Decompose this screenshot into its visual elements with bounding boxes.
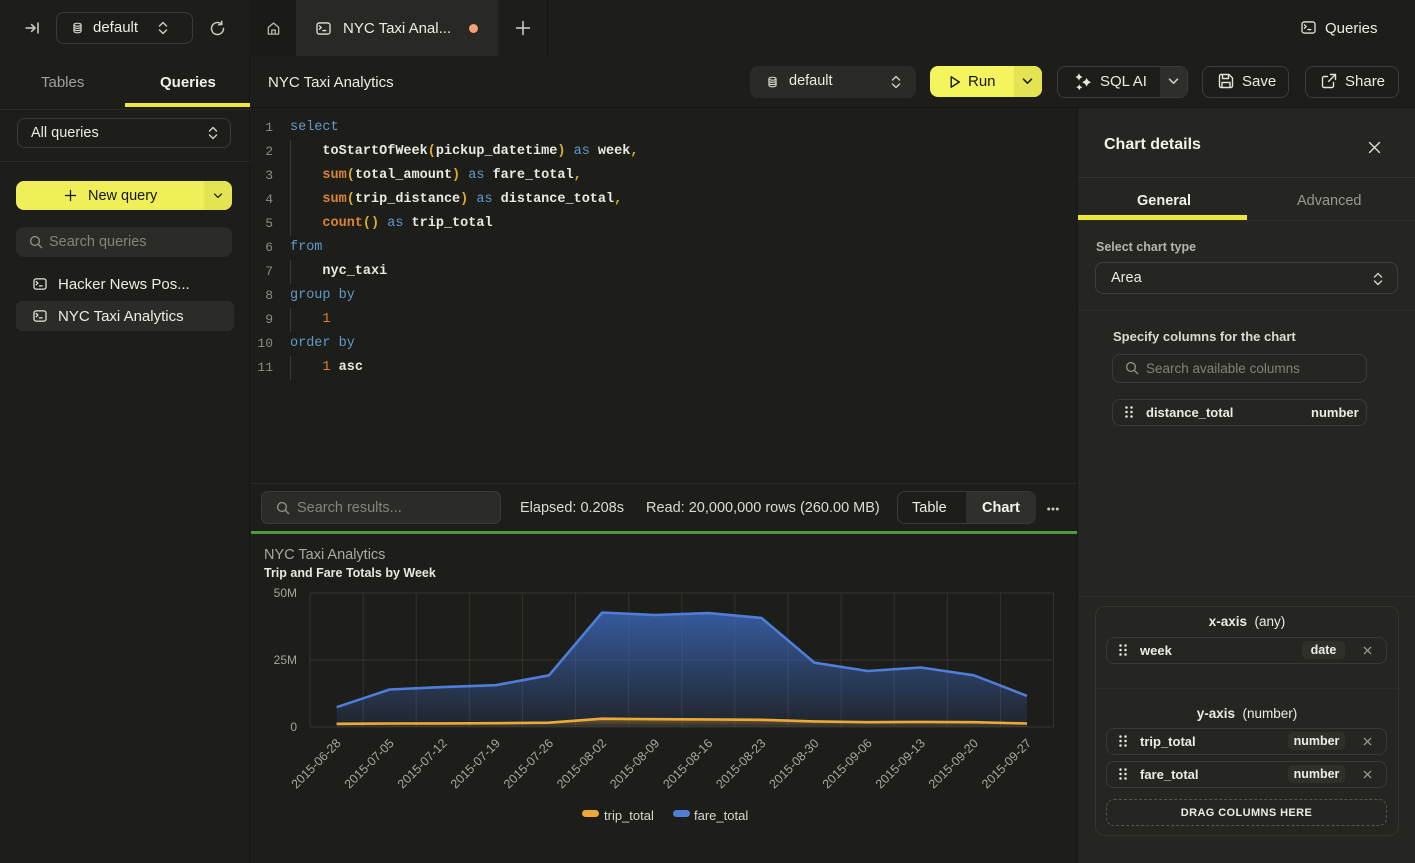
svg-text:2015-08-23: 2015-08-23 <box>713 736 768 791</box>
svg-text:2015-09-27: 2015-09-27 <box>979 736 1034 791</box>
svg-text:25M: 25M <box>274 653 297 667</box>
svg-text:50M: 50M <box>274 586 297 600</box>
svg-text:2015-07-26: 2015-07-26 <box>501 736 556 791</box>
svg-text:2015-07-12: 2015-07-12 <box>395 736 450 791</box>
svg-text:2015-09-13: 2015-09-13 <box>873 736 928 791</box>
svg-text:0: 0 <box>290 720 297 734</box>
svg-text:2015-08-16: 2015-08-16 <box>660 736 715 791</box>
svg-text:2015-09-06: 2015-09-06 <box>820 736 875 791</box>
svg-text:fare_total: fare_total <box>694 808 748 823</box>
svg-text:2015-06-28: 2015-06-28 <box>289 736 344 791</box>
svg-text:2015-09-20: 2015-09-20 <box>926 736 981 791</box>
svg-text:trip_total: trip_total <box>604 808 654 823</box>
svg-text:2015-08-09: 2015-08-09 <box>607 736 662 791</box>
svg-text:2015-08-02: 2015-08-02 <box>554 736 609 791</box>
svg-text:2015-07-19: 2015-07-19 <box>448 736 503 791</box>
svg-text:2015-08-30: 2015-08-30 <box>767 736 822 791</box>
svg-text:2015-07-05: 2015-07-05 <box>342 736 397 791</box>
